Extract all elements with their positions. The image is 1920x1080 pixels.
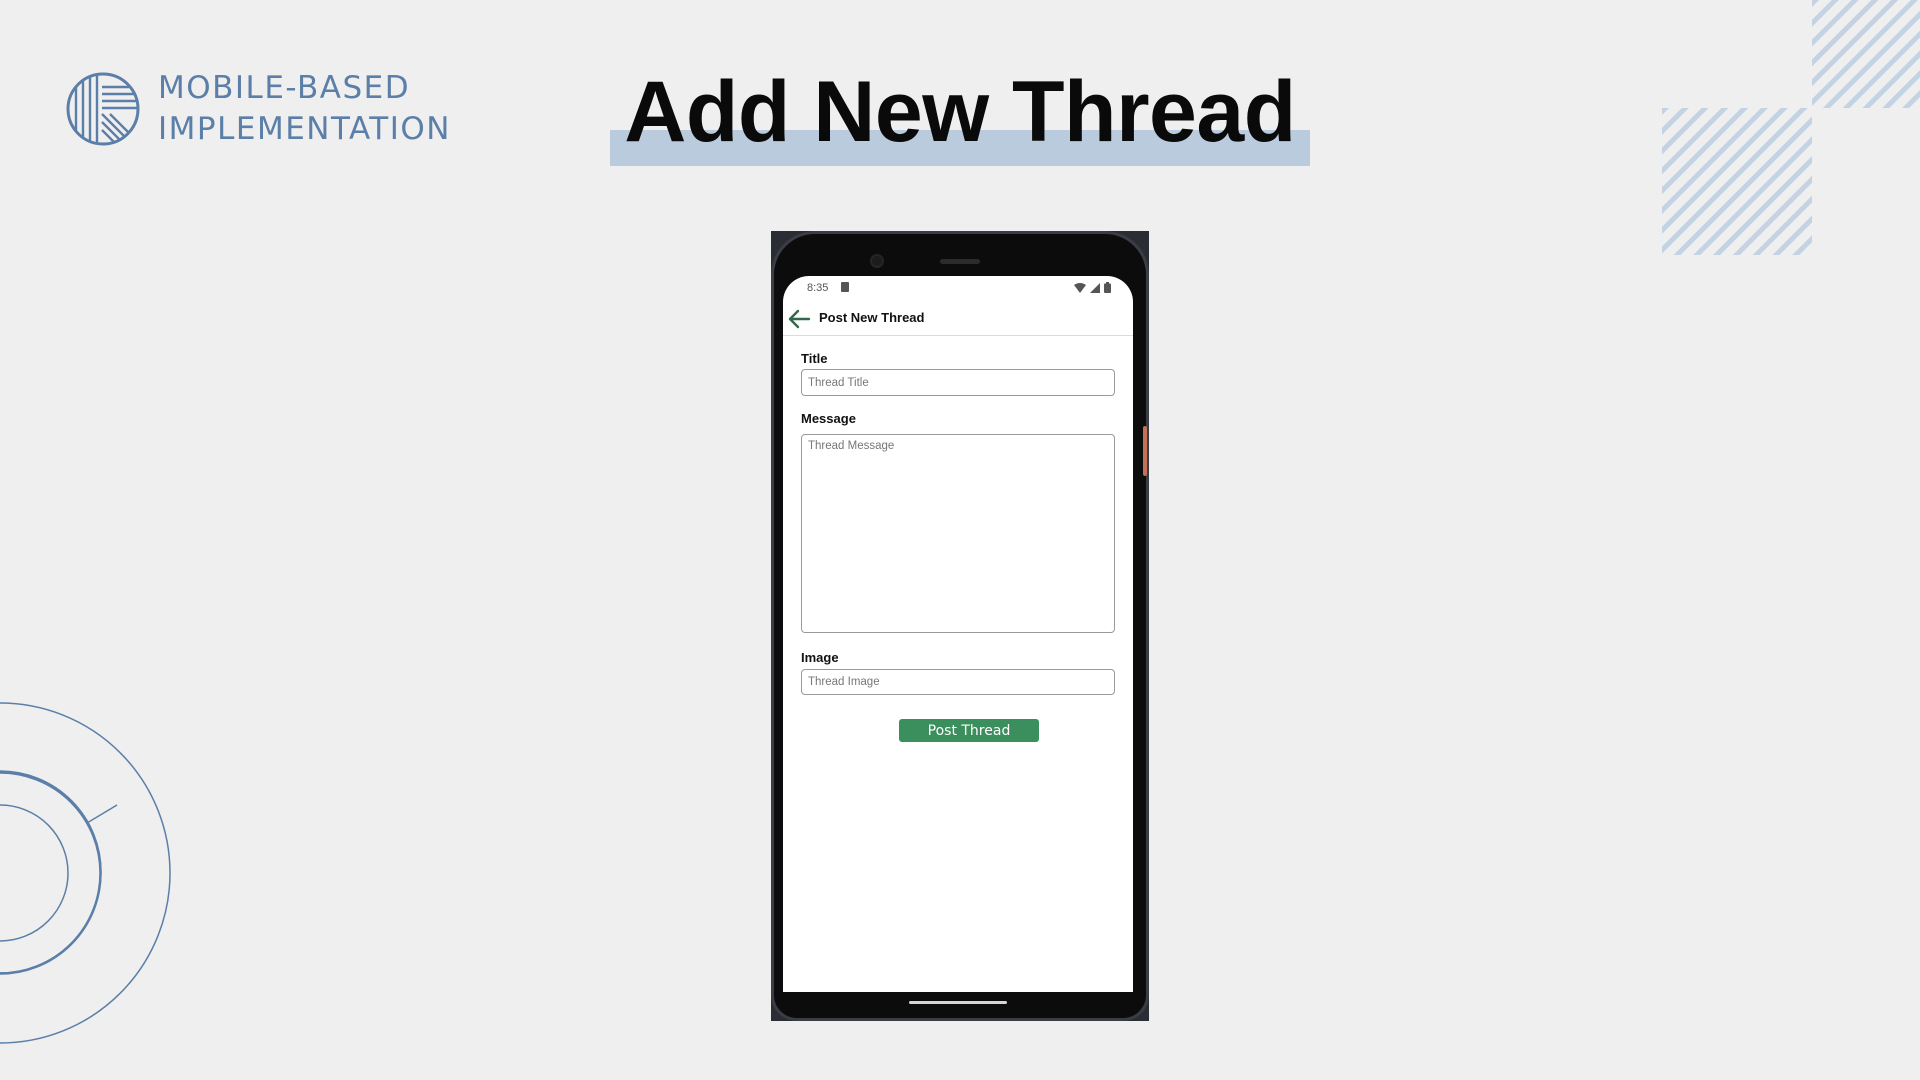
status-time: 8:35	[807, 282, 829, 294]
message-label: Message	[801, 411, 856, 426]
diagonal-stripes-decoration	[1662, 108, 1812, 255]
post-thread-button[interactable]: Post Thread	[899, 719, 1039, 742]
status-bar: 8:35	[783, 276, 1133, 300]
striped-circle-logo-icon	[66, 72, 140, 146]
front-camera	[870, 254, 884, 268]
phone-earpiece	[940, 259, 980, 264]
thread-image-input[interactable]	[801, 669, 1115, 695]
thread-message-textarea[interactable]	[801, 434, 1115, 633]
status-icons	[1074, 282, 1111, 293]
brand-header: MOBILE-BASED IMPLEMENTATION	[66, 68, 451, 150]
app-bar: Post New Thread	[783, 300, 1133, 336]
wifi-icon	[1074, 282, 1086, 293]
phone-screen: 8:35 Post New Thread Title Message Image…	[783, 276, 1133, 992]
slide-title: Add New Thread	[624, 64, 1296, 160]
brand-line-2: IMPLEMENTATION	[158, 111, 451, 147]
concentric-rings-decoration	[0, 702, 171, 1044]
arrow-left-icon[interactable]	[787, 308, 811, 330]
home-indicator[interactable]	[909, 1001, 1007, 1004]
thread-title-input[interactable]	[801, 369, 1115, 396]
brand-text: MOBILE-BASED IMPLEMENTATION	[158, 68, 451, 150]
brand-line-1: MOBILE-BASED	[158, 70, 411, 106]
app-bar-title: Post New Thread	[819, 310, 925, 325]
signal-icon	[1090, 282, 1100, 293]
sd-card-icon	[841, 282, 849, 292]
battery-icon	[1104, 282, 1111, 293]
title-label: Title	[801, 351, 828, 366]
phone-mockup: 8:35 Post New Thread Title Message Image…	[771, 231, 1149, 1021]
image-label: Image	[801, 650, 839, 665]
diagonal-stripes-decoration	[1812, 0, 1920, 108]
phone-side-button	[1143, 426, 1147, 476]
